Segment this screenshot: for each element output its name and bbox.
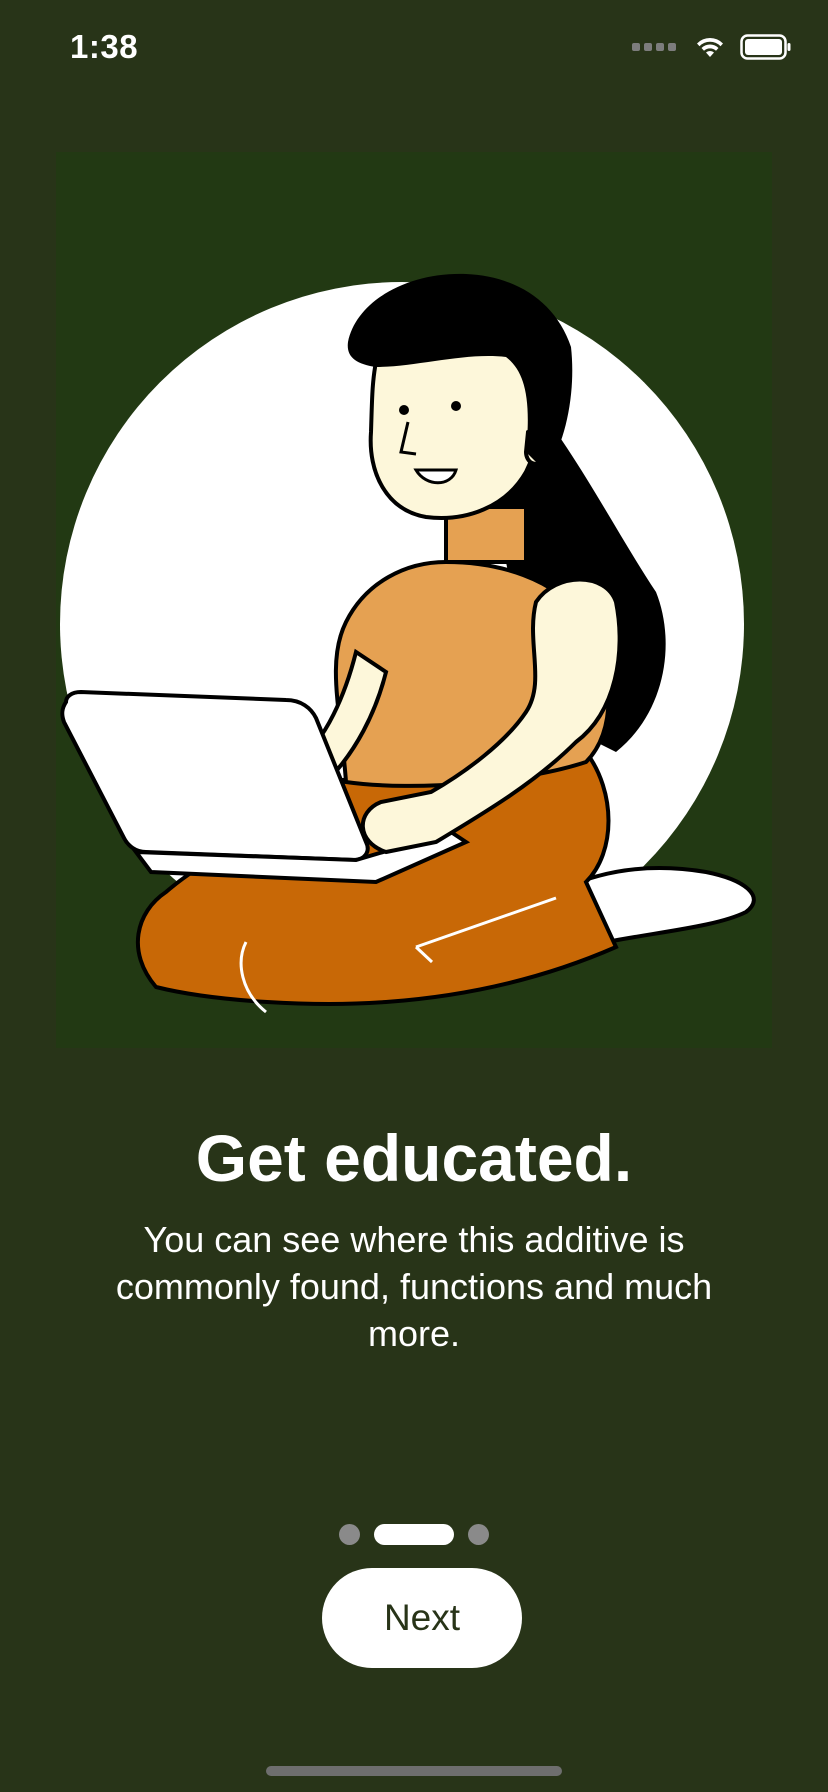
- page-dot-1: [339, 1524, 360, 1545]
- page-dot-2-active: [374, 1524, 454, 1545]
- battery-icon: [740, 34, 791, 60]
- signal-icon: [632, 43, 676, 51]
- left-eye: [399, 405, 409, 415]
- page-indicator: [0, 1524, 828, 1545]
- status-time: 1:38: [70, 28, 139, 65]
- right-eye: [451, 401, 461, 411]
- page-dot-3: [468, 1524, 489, 1545]
- onboarding-title: Get educated.: [195, 1121, 633, 1195]
- status-icons: [632, 34, 792, 60]
- next-button[interactable]: Next: [322, 1568, 522, 1668]
- status-bar: 1:38: [0, 0, 828, 100]
- next-button-label: Next: [383, 1597, 461, 1638]
- woman-with-laptop-illustration: [56, 152, 772, 1048]
- onboarding-description: You can see where this additive is commo…: [115, 1219, 713, 1354]
- home-indicator[interactable]: [266, 1766, 562, 1776]
- wifi-icon: [697, 37, 723, 57]
